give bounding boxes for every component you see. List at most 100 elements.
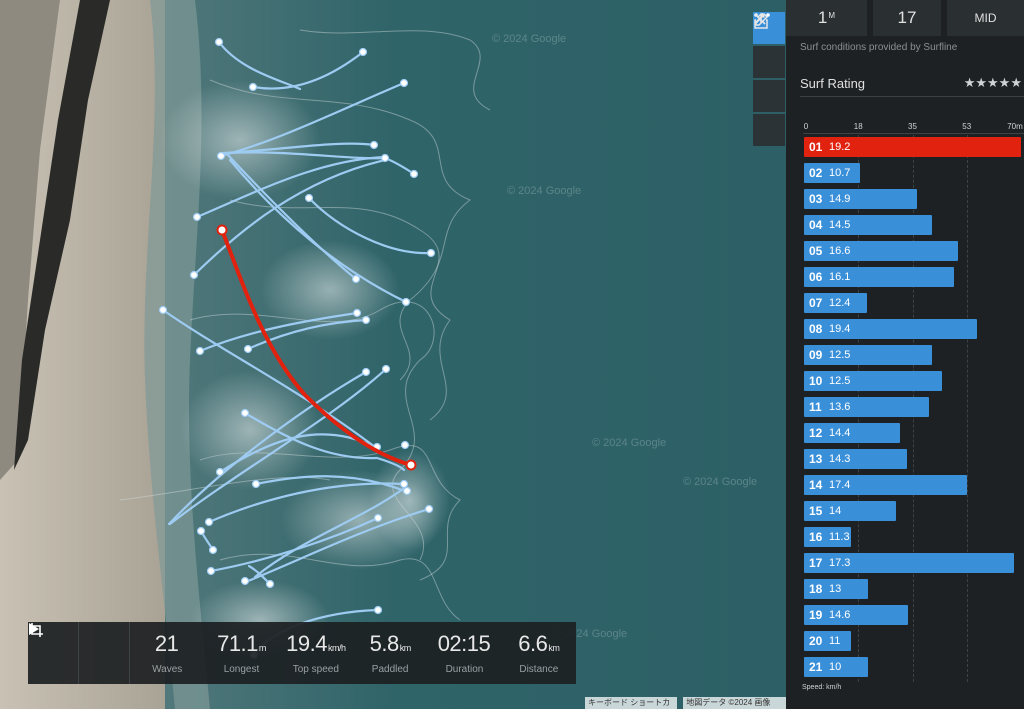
wave-speed-value: 14.4 (829, 427, 851, 439)
wave-bar-09[interactable]: 09 12.5 (804, 345, 932, 365)
stat-longest: 71.1m Longest (204, 622, 278, 684)
map-canvas[interactable] (0, 0, 786, 709)
wave-speed-value: 13 (829, 583, 842, 595)
wave-number: 13 (809, 452, 823, 466)
stat-waves: 21 Waves (130, 622, 204, 684)
wave-speed-value: 14.6 (829, 609, 851, 621)
axis-tick-label: 70m (1007, 122, 1023, 131)
wave-bar-05[interactable]: 05 16.6 (804, 241, 958, 261)
wave-speed-value: 14.5 (829, 219, 851, 231)
wave-number: 11 (809, 400, 822, 414)
wave-number: 17 (809, 556, 823, 570)
stat-label: Longest (223, 663, 260, 675)
stat-unit: km (399, 642, 412, 653)
stat-unit: m (258, 642, 267, 653)
wave-bar-16[interactable]: 16 11.3 (804, 527, 852, 547)
wave-bar-10[interactable]: 10 12.5 (804, 371, 943, 391)
tide-tile: MID (947, 0, 1024, 36)
stat-label: Duration (445, 663, 484, 675)
surf-rating-label: Surf Rating (800, 75, 866, 91)
map-watermark: © 2024 Google (592, 437, 667, 449)
wave-number: 20 (809, 634, 823, 648)
wave-bar-20[interactable]: 20 11 (804, 631, 851, 651)
stat-label: Paddled (371, 663, 409, 675)
wave-bar-02[interactable]: 02 10.7 (804, 163, 860, 183)
wave-speed-value: 16.6 (829, 245, 851, 257)
wave-bar-21[interactable]: 21 10 (804, 657, 868, 677)
speed-unit-label: Speed: km/h (802, 684, 842, 691)
tile-value: 1 (817, 8, 828, 27)
stat-label: Waves (152, 663, 183, 675)
map-data-credit[interactable]: 地図データ ©2024 画像 ©2024 (683, 697, 786, 709)
wave-number: 14 (809, 478, 823, 492)
wave-bar-11[interactable]: 11 13.6 (804, 397, 929, 417)
wave-number: 01 (809, 140, 823, 154)
map-watermark: © 2024 Google (492, 33, 567, 45)
wave-bar-06[interactable]: 06 16.1 (804, 267, 955, 287)
stat-value: 21 (154, 630, 179, 656)
keyboard-shortcuts-link[interactable]: キーボード ショートカット (585, 697, 678, 709)
wave-speed-value: 19.2 (829, 141, 851, 153)
wave-bar-01[interactable]: 01 19.2 (804, 137, 1021, 157)
selected-wave-end (405, 459, 417, 471)
wave-number: 06 (809, 270, 823, 284)
wave-bar-19[interactable]: 19 14.6 (804, 605, 909, 625)
wave-bar-15[interactable]: 15 14 (804, 501, 897, 521)
stat-value: 71.1 (217, 630, 258, 656)
wave-period-tile: 17 (873, 0, 941, 36)
wave-bar-04[interactable]: 04 14.5 (804, 215, 932, 235)
axis-tick-label: 35 (908, 122, 917, 131)
wave-number: 07 (809, 296, 823, 310)
map-watermark: © 2024 Google (683, 476, 758, 488)
grid-line (966, 135, 968, 682)
wave-speed-value: 17.4 (829, 479, 851, 491)
crop-icon (29, 623, 43, 637)
wave-bar-18[interactable]: 18 13 (804, 579, 869, 599)
wave-speed-value: 14.9 (829, 193, 851, 205)
wave-number: 21 (809, 660, 823, 674)
close-button[interactable] (753, 13, 785, 146)
map-watermark: © 2024 Google (507, 185, 582, 197)
wave-number: 03 (809, 192, 823, 206)
tile-value: 17 (897, 8, 917, 27)
wave-speed-value: 14.3 (829, 453, 851, 465)
wave-number: 15 (809, 504, 823, 518)
stat-value: 19.4 (286, 630, 327, 656)
wave-speed-value: 17.3 (829, 557, 851, 569)
wave-speed-value: 12.5 (829, 349, 851, 361)
surf-rating-stars[interactable]: ★★★★★ (964, 75, 1022, 91)
wave-speed-chart: 0 18 35 53 70m 01 19.2 02 10.7 03 14.9 04 14.5 05 16.… (786, 110, 1024, 709)
wave-number: 10 (809, 374, 823, 388)
map-attribution: キーボード ショートカット 地図データ ©2024 画像 ©2024 (585, 697, 786, 709)
stat-value: 6.6 (518, 630, 548, 656)
wave-bar-08[interactable]: 08 19.4 (804, 319, 977, 339)
wave-bar-07[interactable]: 07 12.4 (804, 293, 867, 313)
edit-button[interactable] (753, 12, 785, 78)
wave-number: 09 (809, 348, 823, 362)
wave-number: 04 (809, 218, 823, 232)
axis-tick-label: 18 (853, 122, 863, 131)
wave-height-tile: 1M (786, 0, 867, 36)
close-icon (754, 13, 766, 25)
session-stats-bar: 21 Waves 71.1m Longest 19.4km/h Top spee… (28, 622, 576, 684)
wave-bar-03[interactable]: 03 14.9 (804, 189, 918, 209)
map-view[interactable]: © 2024 Google © 2024 Google © 2024 Googl… (0, 0, 786, 709)
wave-number: 02 (809, 166, 823, 180)
stat-value: 5.8 (369, 630, 400, 656)
wave-bar-12[interactable]: 12 14.4 (804, 423, 900, 443)
axis-tick-label: 0 (803, 122, 809, 131)
wave-speed-value: 12.4 (829, 297, 851, 309)
wave-speed-value: 13.6 (829, 401, 851, 413)
share-button[interactable] (753, 12, 785, 112)
wave-number: 18 (809, 582, 823, 596)
wave-bar-17[interactable]: 17 17.3 (804, 553, 1015, 573)
wave-speed-value: 10.7 (829, 167, 851, 179)
conditions-provider: Surf conditions provided by Surfline (800, 42, 958, 53)
stat-value: 02:15 (437, 630, 491, 656)
wave-number: 08 (809, 322, 823, 336)
wave-speed-value: 10 (829, 661, 842, 673)
wave-bar-14[interactable]: 14 17.4 (804, 475, 968, 495)
wave-bar-13[interactable]: 13 14.3 (804, 449, 907, 469)
crop-button[interactable] (29, 622, 130, 684)
surf-rating-row: Surf Rating ★★★★★ (800, 70, 1024, 97)
